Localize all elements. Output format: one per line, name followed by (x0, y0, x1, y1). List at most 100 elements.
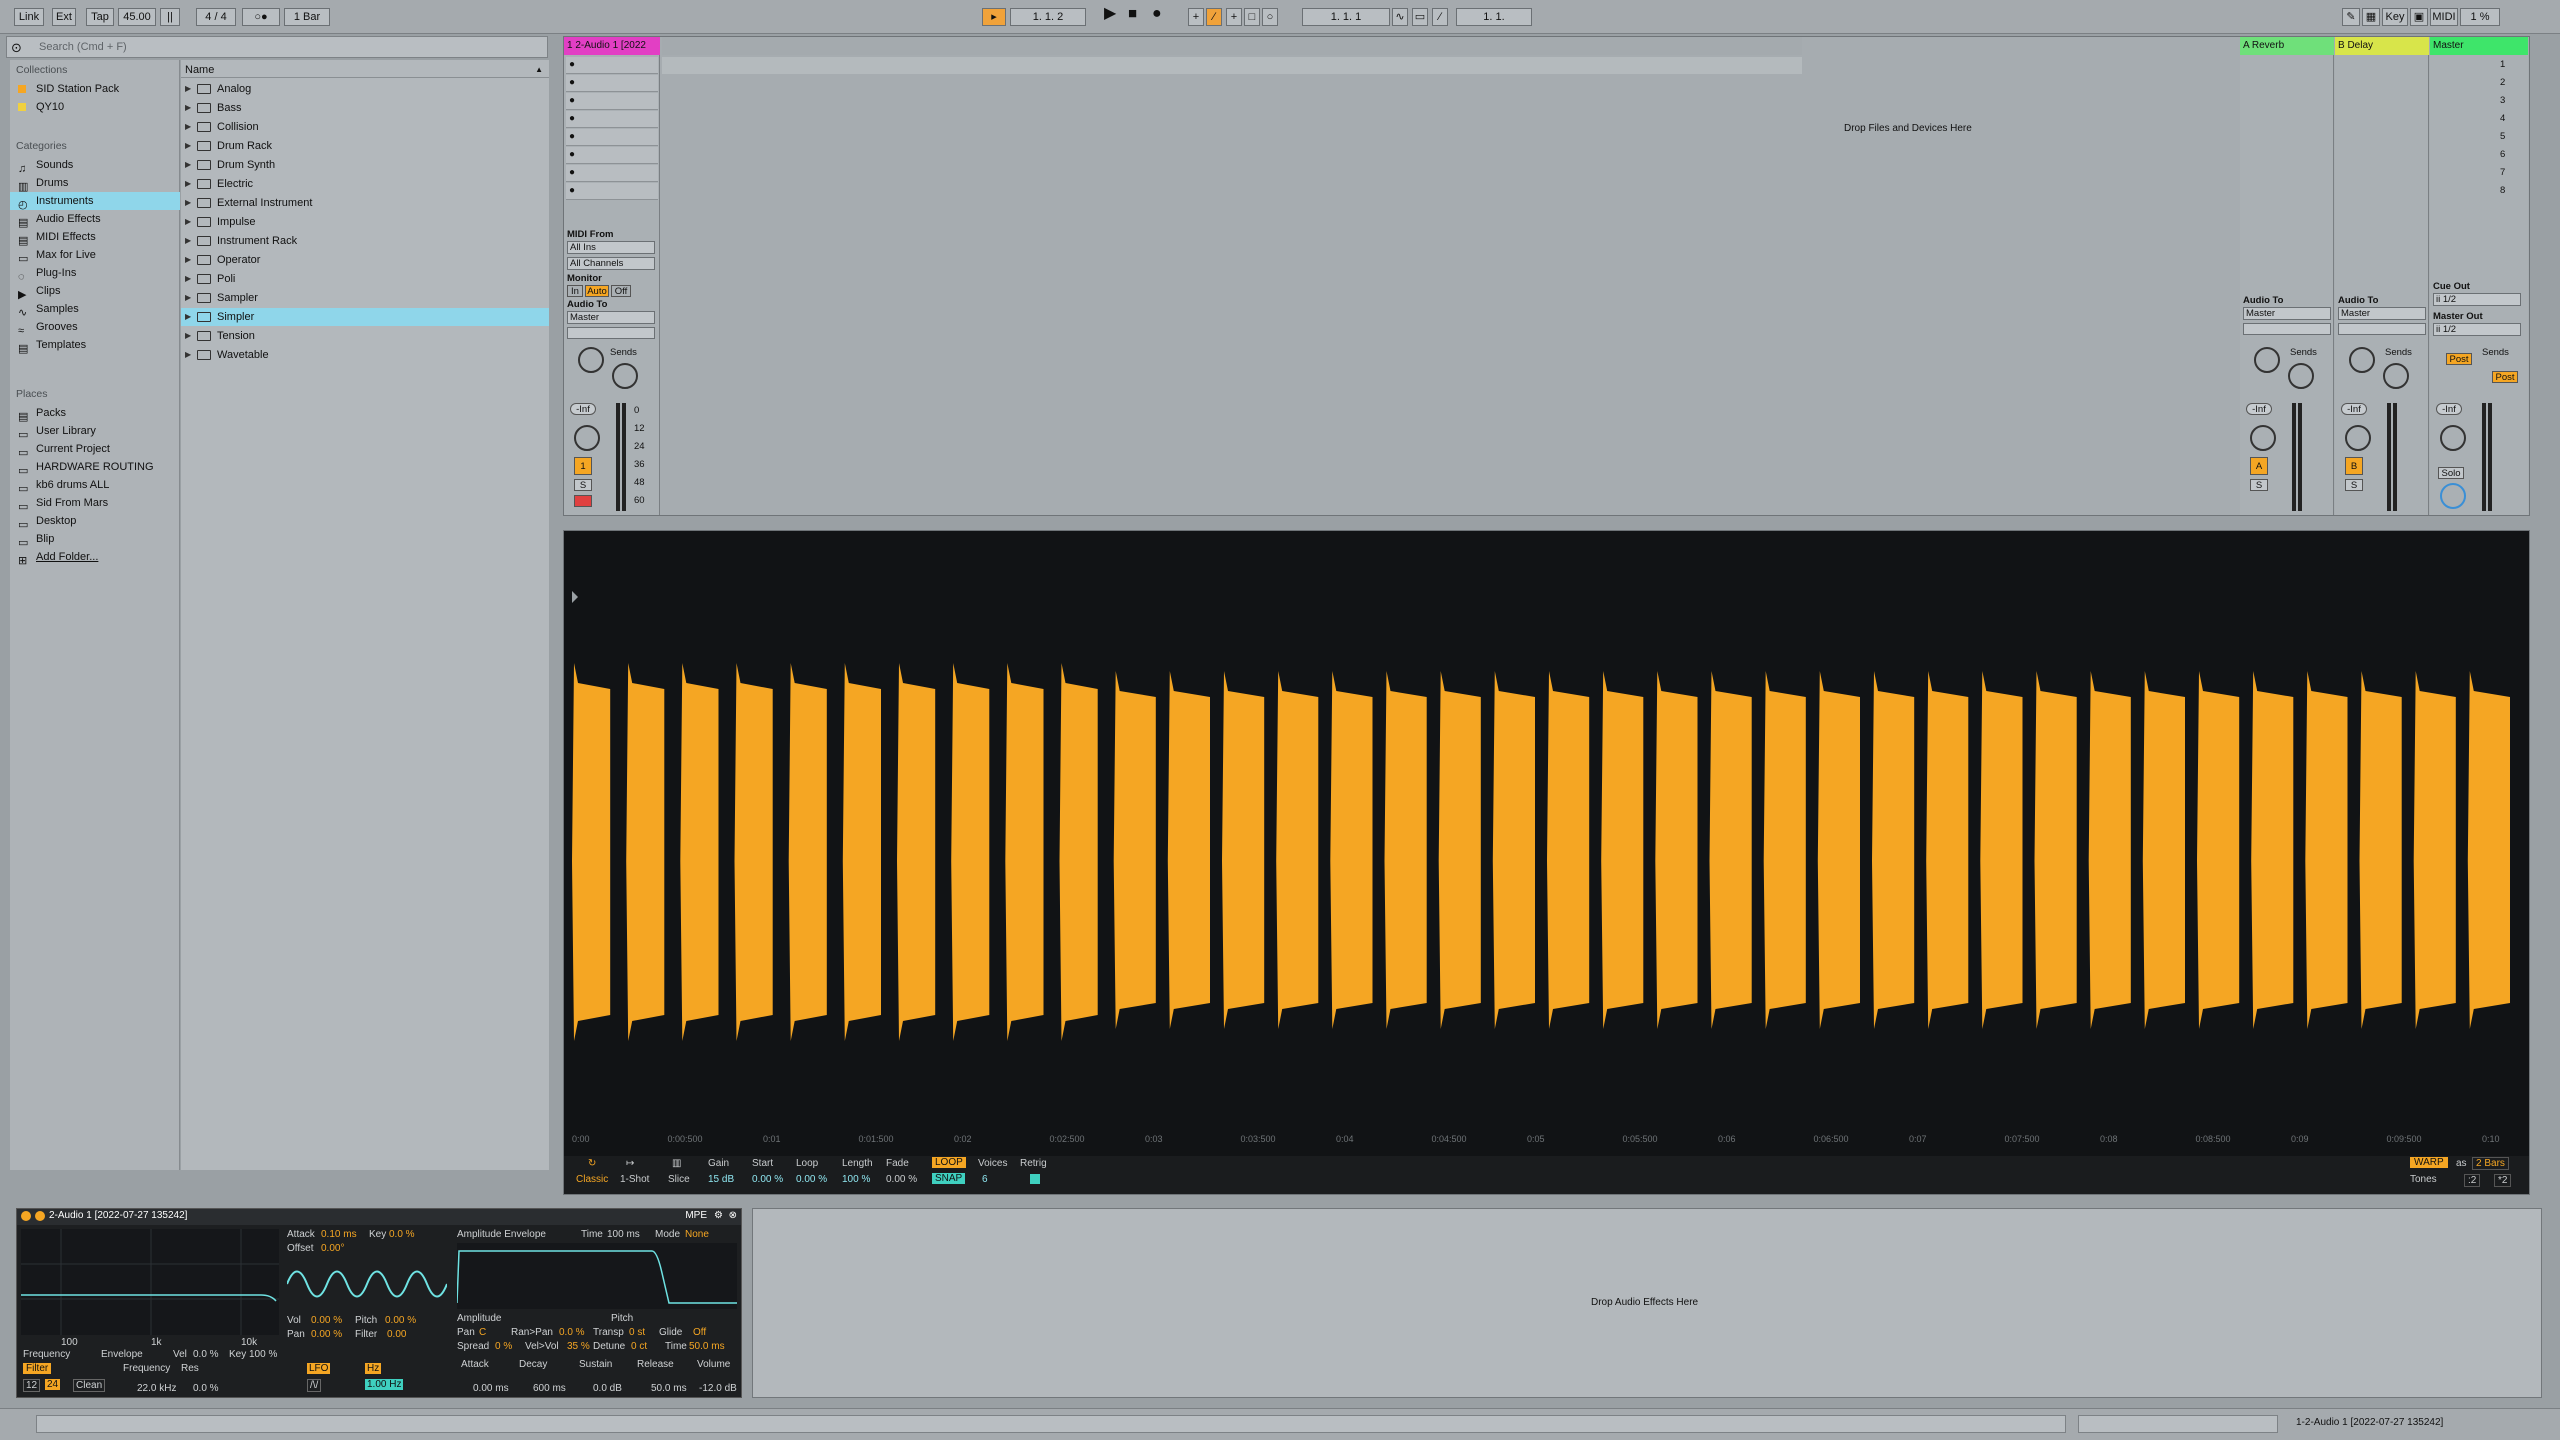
double-button[interactable]: *2 (2494, 1174, 2512, 1187)
warp-mode-select[interactable]: Tones (2410, 1174, 2437, 1185)
place-packs[interactable]: ▤ Packs (10, 404, 180, 423)
warp-toggle[interactable]: WARP (2410, 1157, 2448, 1168)
glide-time-value[interactable]: 50.0 ms (689, 1341, 725, 1352)
lfo-pitch-value[interactable]: 0.00 % (385, 1315, 416, 1326)
lfo-pan-value[interactable]: 0.00 % (311, 1329, 342, 1340)
voices-select[interactable]: 6 (982, 1174, 988, 1185)
volume-readout[interactable]: -Inf (570, 403, 596, 415)
warp-length-select[interactable]: 2 Bars (2472, 1157, 2509, 1170)
overdub-icon[interactable]: + (1188, 8, 1204, 26)
pencil-icon[interactable]: ✎ (2342, 8, 2360, 26)
frequency-value[interactable]: 22.0 kHz (137, 1383, 176, 1394)
pan-knob[interactable] (2250, 425, 2276, 451)
send-b-knob[interactable] (612, 363, 638, 389)
retrig-toggle[interactable] (1030, 1174, 1040, 1184)
loop-switch-icon[interactable]: ▭ (1412, 8, 1428, 26)
loop-toggle[interactable]: LOOP (932, 1157, 966, 1168)
slope-24-button[interactable]: 24 (45, 1379, 61, 1390)
pitch-tab[interactable]: Pitch (611, 1313, 633, 1324)
browser-item[interactable]: ▶ Poli (181, 270, 549, 288)
category-drums[interactable]: ▥ Drums (10, 174, 180, 193)
browser-item[interactable]: ▶ Drum Rack (181, 137, 549, 155)
browser-item[interactable]: ▶ Drum Synth (181, 156, 549, 174)
browser-item-selected[interactable]: ▶ Simpler (181, 308, 549, 326)
transp-value[interactable]: 0 st (629, 1327, 645, 1338)
slope-12-button[interactable]: 12 (23, 1379, 41, 1392)
draw-mode-icon[interactable]: ∿ (1392, 8, 1408, 26)
category-samples[interactable]: ∿ Samples (10, 300, 180, 319)
scene-number[interactable]: 8 (2500, 185, 2505, 196)
browser-item[interactable]: ▶ External Instrument (181, 194, 549, 212)
solo-button[interactable]: S (574, 479, 592, 491)
tempo-field[interactable]: 45.00 (118, 8, 156, 26)
close-icon[interactable]: ⊗ (729, 1210, 737, 1221)
amplitude-tab[interactable]: Amplitude (457, 1313, 501, 1324)
scene-number[interactable]: 6 (2500, 149, 2505, 160)
browser-item[interactable]: ▶ Operator (181, 251, 549, 269)
sustain-value[interactable]: 0.0 dB (593, 1383, 622, 1394)
song-position[interactable]: 1. 1. 2 (1010, 8, 1086, 26)
audio-to-select[interactable]: Master (567, 311, 655, 324)
settings-icon[interactable]: ⚙ (714, 1210, 723, 1221)
mpe-toggle[interactable]: MPE (685, 1210, 707, 1221)
solo-button[interactable]: S (2250, 479, 2268, 491)
place-hardware-routing[interactable]: ▭ HARDWARE ROUTING (10, 458, 180, 477)
place-user-library[interactable]: ▭ User Library (10, 422, 180, 441)
device-title[interactable]: 2-Audio 1 [2022-07-27 135242] (49, 1210, 187, 1221)
classic-mode-button[interactable]: Classic (576, 1174, 608, 1185)
audio-to-channel-select[interactable] (567, 327, 655, 339)
hot-swap-icon[interactable] (35, 1211, 45, 1221)
one-shot-button[interactable]: 1-Shot (620, 1174, 649, 1185)
solo-mode-button[interactable]: Solo (2438, 467, 2464, 479)
add-folder-link[interactable]: ⊞ Add Folder... (10, 548, 180, 567)
metronome-icon[interactable]: ○● (242, 8, 280, 26)
record-button[interactable]: ● (1152, 5, 1162, 23)
clip-slot[interactable]: ● (566, 93, 658, 110)
time-value[interactable]: 100 ms (607, 1229, 640, 1240)
browser-item[interactable]: ▶ Wavetable (181, 346, 549, 364)
cue-out-select[interactable]: ii 1/2 (2433, 293, 2521, 306)
envelope-tab[interactable]: Envelope (101, 1349, 143, 1360)
lfo-toggle[interactable]: LFO (307, 1363, 331, 1374)
key-value[interactable]: 100 % (249, 1349, 277, 1360)
envelope-display[interactable] (457, 1243, 737, 1309)
lfo-filter-value[interactable]: 0.00 (387, 1329, 406, 1340)
monitor-auto-button[interactable]: Auto (585, 285, 609, 297)
lfo-offset-value[interactable]: 0.00° (321, 1243, 344, 1254)
classic-mode-icon[interactable]: ↻ (588, 1158, 596, 1169)
snap-toggle[interactable]: SNAP (932, 1173, 966, 1184)
cue-volume-knob[interactable] (2440, 483, 2466, 509)
browser-item[interactable]: ▶ Electric (181, 175, 549, 193)
session-record-icon[interactable]: ○ (1262, 8, 1278, 26)
pan-knob[interactable] (2440, 425, 2466, 451)
pan-knob[interactable] (2345, 425, 2371, 451)
attack-value[interactable]: 0.00 ms (473, 1383, 509, 1394)
play-button[interactable]: ▶ (1104, 5, 1116, 23)
clip-slot[interactable]: ● (566, 147, 658, 164)
place-desktop[interactable]: ▭ Desktop (10, 512, 180, 531)
return-activator-button[interactable]: B (2345, 457, 2363, 475)
volume-readout[interactable]: -Inf (2341, 403, 2367, 415)
browser-item[interactable]: ▶ Tension (181, 327, 549, 345)
name-column-header[interactable]: Name ▲ (181, 62, 549, 78)
arm-button[interactable] (574, 495, 592, 507)
device-chain-drop-area[interactable]: Drop Audio Effects Here (752, 1208, 2542, 1398)
device-on-icon[interactable] (21, 1211, 31, 1221)
browser-item[interactable]: ▶ Analog (181, 80, 549, 98)
audio-to-select[interactable]: Master (2243, 307, 2331, 320)
place-current-project[interactable]: ▭ Current Project (10, 440, 180, 459)
place-kb6-drums[interactable]: ▭ kb6 drums ALL (10, 476, 180, 495)
nudge-icon[interactable]: || (160, 8, 180, 26)
return-activator-button[interactable]: A (2250, 457, 2268, 475)
clip-slot[interactable]: ● (566, 129, 658, 146)
scene-number[interactable]: 7 (2500, 167, 2505, 178)
send-b-knob[interactable] (2288, 363, 2314, 389)
master-title[interactable]: Master (2430, 37, 2528, 55)
ext-button[interactable]: Ext (52, 8, 76, 26)
search-input[interactable]: Search (Cmd + F) (39, 41, 127, 53)
waveform-display[interactable] (572, 591, 2522, 1111)
computer-midi-icon[interactable]: ▣ (2410, 8, 2428, 26)
start-marker-icon[interactable] (572, 591, 578, 603)
collection-sid-station[interactable]: SID Station Pack (10, 80, 180, 98)
slice-icon[interactable]: ▥ (672, 1158, 681, 1169)
